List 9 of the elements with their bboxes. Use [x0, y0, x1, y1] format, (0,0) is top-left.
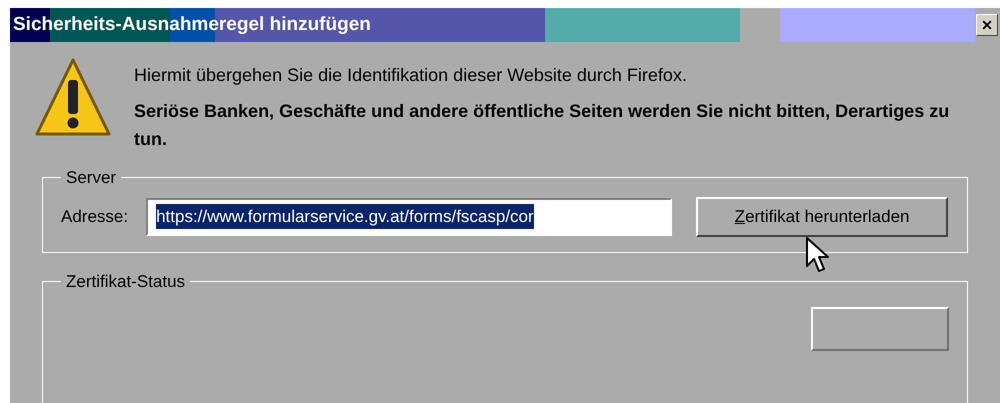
status-legend: Zertifikat-Status [61, 269, 190, 294]
download-certificate-button[interactable]: Zertifikat herunterladen [696, 196, 948, 236]
window-title: Sicherheits-Ausnahmeregel hinzufügen [12, 12, 371, 37]
close-button[interactable]: × [976, 14, 998, 36]
intro-text: Hiermit übergehen Sie die Identifikation dieser Website durch Firefox. [134, 64, 688, 87]
address-field[interactable]: https://www.formularservice.gv.at/forms/fscasp/cor [146, 198, 672, 236]
server-legend: Server [61, 165, 122, 190]
address-label: Adresse: [61, 206, 128, 228]
warning-text: Seriöse Banken, Geschäfte und andere öffentliche Seiten werden Sie nicht bitten, Derartiges zu tun. [134, 100, 950, 151]
